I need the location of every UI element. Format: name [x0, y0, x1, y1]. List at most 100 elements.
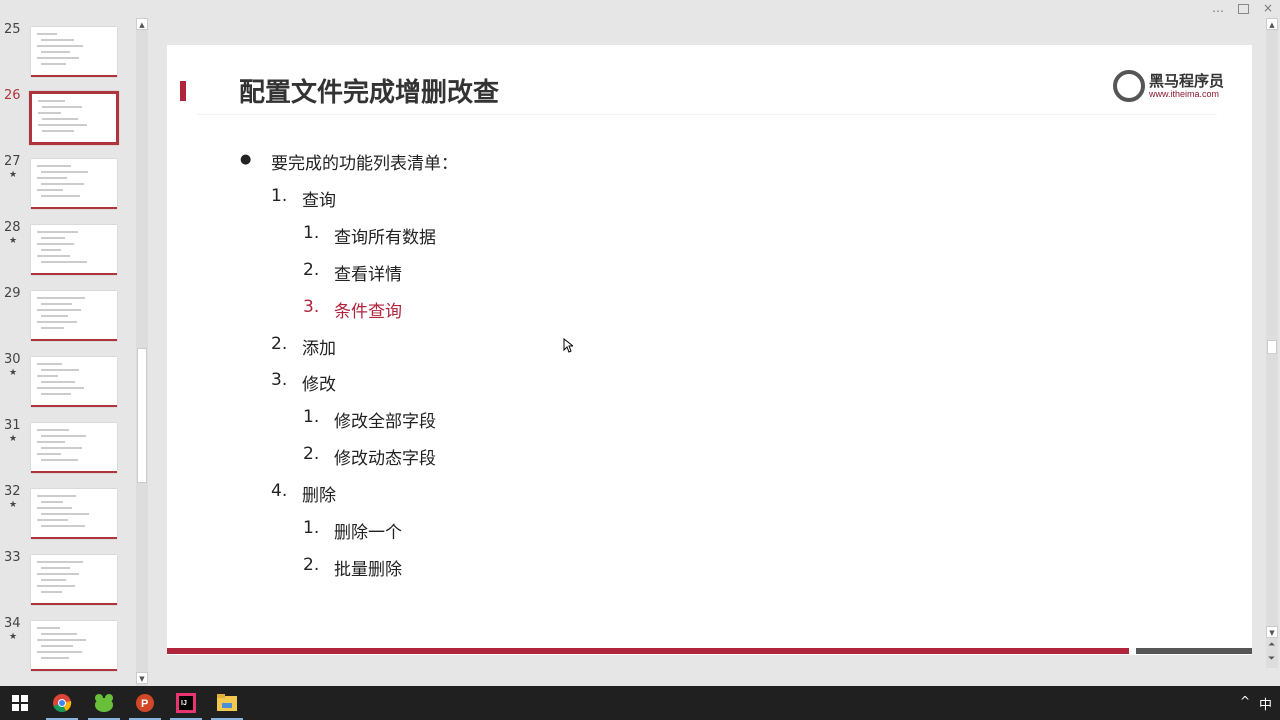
list-item-text: 添加	[302, 338, 336, 359]
list-item-text: 修改	[302, 375, 336, 396]
thumbnail-image[interactable]	[31, 555, 117, 605]
slide-number: 25	[4, 22, 21, 37]
tray-chevron-icon[interactable]: ^	[1240, 694, 1250, 708]
start-button[interactable]	[0, 686, 40, 720]
thumbnail-scrollbar[interactable]: ▲ ▼	[136, 18, 148, 686]
mouse-cursor-icon	[563, 338, 573, 353]
slide-thumbnail-panel: 25 26 27 ★ 28 ★ 29 30 ★ 31 ★ 32 ★ 33 34 ★	[0, 18, 150, 686]
green-app-icon	[95, 694, 113, 712]
list-number: 1.	[303, 518, 320, 538]
animation-star-icon: ★	[9, 170, 18, 180]
slide-thumbnail[interactable]: 32 ★	[0, 484, 135, 544]
ime-indicator[interactable]: 中	[1259, 694, 1272, 713]
slide-number: 33	[4, 550, 21, 565]
thumbnail-image[interactable]	[31, 357, 117, 407]
chrome-icon	[53, 694, 72, 712]
scroll-up-arrow[interactable]: ▲	[136, 18, 148, 30]
animation-star-icon: ★	[9, 434, 18, 444]
list-number: 3.	[271, 370, 288, 391]
thumbnail-image[interactable]	[31, 621, 117, 671]
next-slide-icon[interactable]: ⏷	[1268, 654, 1275, 664]
animation-star-icon: ★	[9, 500, 18, 510]
logo-text: 黑马程序员	[1149, 72, 1225, 90]
list-number: 3.	[303, 296, 320, 317]
taskbar-chrome[interactable]	[42, 686, 82, 720]
slide-number: 27	[4, 154, 21, 169]
list-item-text: 查看详情	[334, 264, 402, 285]
slide-number: 26	[4, 88, 21, 103]
powerpoint-icon: P	[136, 694, 154, 712]
thumbnail-image[interactable]	[31, 489, 117, 539]
thumbnail-image[interactable]	[31, 291, 117, 341]
close-button[interactable]: ×	[1263, 1, 1273, 15]
slide-thumbnail[interactable]: 28 ★	[0, 220, 135, 280]
list-item-text: 批量删除	[334, 559, 402, 580]
taskbar: P IJ ^ 中	[0, 686, 1280, 720]
slide-thumbnail[interactable]: 27 ★	[0, 154, 135, 214]
slide-thumbnail[interactable]: 33	[0, 550, 135, 610]
slide-thumbnail[interactable]: 34 ★	[0, 616, 135, 676]
animation-star-icon: ★	[9, 236, 18, 246]
scrollbar-thumb[interactable]	[137, 348, 147, 483]
thumbnail-image[interactable]	[31, 225, 117, 275]
scrollbar-thumb[interactable]	[1267, 340, 1277, 354]
list-number: 2.	[303, 259, 320, 280]
thumbnail-image[interactable]	[31, 27, 117, 77]
list-item-text: 要完成的功能列表清单：	[271, 154, 458, 174]
svg-text:P: P	[141, 698, 148, 710]
taskbar-intellij[interactable]: IJ	[166, 686, 206, 720]
title-divider	[197, 114, 1217, 115]
slide-thumbnail[interactable]: 31 ★	[0, 418, 135, 478]
thumbnail-image[interactable]	[31, 423, 117, 473]
list-item-text: 查询	[302, 190, 336, 211]
taskbar-file-explorer[interactable]	[207, 686, 247, 720]
title-bar: … ×	[0, 0, 1280, 18]
slide-thumbnail[interactable]: 30 ★	[0, 352, 135, 412]
scroll-down-arrow[interactable]: ▼	[1266, 626, 1278, 638]
logo-url: www.itheima.com	[1149, 89, 1220, 99]
slide-thumbnail[interactable]: 29	[0, 286, 135, 346]
itheima-logo: 黑马程序员 www.itheima.com	[1113, 70, 1225, 104]
list-number: 4.	[271, 481, 288, 502]
animation-star-icon: ★	[9, 632, 18, 642]
list-item-text: 删除	[302, 486, 336, 507]
list-number: 2.	[303, 444, 320, 465]
slide-number: 28	[4, 220, 21, 235]
list-item-text: 修改动态字段	[334, 449, 436, 470]
windows-icon	[12, 695, 28, 711]
scroll-up-arrow[interactable]: ▲	[1266, 18, 1278, 30]
more-options-button[interactable]: …	[1212, 1, 1224, 15]
list-number: 1.	[271, 185, 288, 206]
list-item-text: 删除一个	[334, 523, 402, 543]
restore-icon[interactable]	[1238, 4, 1249, 14]
slide-number: 34	[4, 616, 21, 631]
list-number: 2.	[303, 554, 320, 575]
slide-canvas: 配置文件完成增删改查 黑马程序员 www.itheima.com ● 要完成的功能…	[167, 45, 1252, 655]
svg-text:IJ: IJ	[181, 700, 187, 707]
slide-number: 29	[4, 286, 21, 301]
slide-thumbnail[interactable]: 26	[0, 88, 135, 148]
list-item-text: 查询所有数据	[334, 227, 436, 248]
folder-icon	[217, 694, 237, 711]
list-number: 2.	[271, 333, 288, 354]
footer-red-bar	[167, 648, 1129, 654]
animation-star-icon: ★	[9, 368, 18, 378]
thumbnail-image[interactable]	[29, 91, 119, 145]
list-item-text: 修改全部字段	[334, 412, 436, 433]
slide-scrollbar[interactable]: ▲ ▼ ⏶ ⏷	[1266, 18, 1278, 668]
taskbar-green-app[interactable]	[84, 686, 124, 720]
taskbar-powerpoint[interactable]: P	[125, 686, 165, 720]
footer-gray-bar	[1136, 648, 1252, 654]
list-item-text: 条件查询	[334, 301, 402, 322]
slide-number: 31	[4, 418, 21, 433]
bullet-icon: ●	[240, 152, 252, 167]
list-number: 1.	[303, 407, 320, 428]
horse-logo-icon	[1113, 70, 1145, 102]
intellij-icon: IJ	[176, 693, 196, 713]
title-marker	[180, 81, 186, 101]
thumbnail-image[interactable]	[31, 159, 117, 209]
slide-thumbnail[interactable]: 25	[0, 22, 135, 82]
slide-number: 30	[4, 352, 21, 367]
scroll-down-arrow[interactable]: ▼	[136, 672, 148, 684]
previous-slide-icon[interactable]: ⏶	[1268, 640, 1275, 650]
